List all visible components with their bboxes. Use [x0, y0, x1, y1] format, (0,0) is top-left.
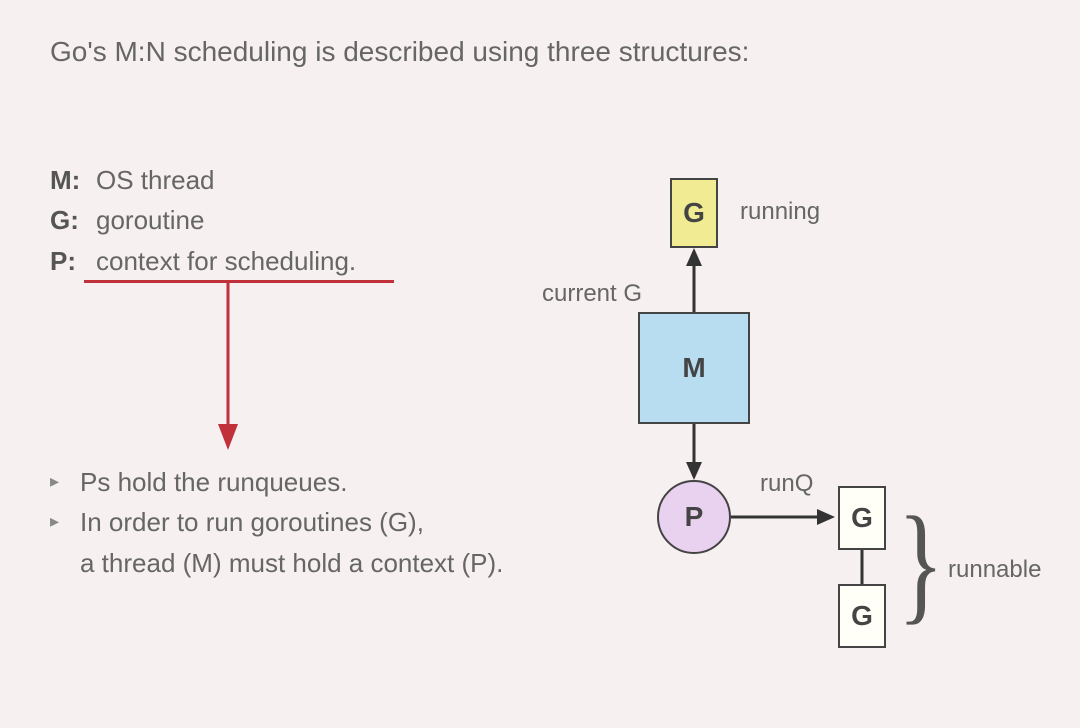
g-node-queue: G [838, 584, 886, 648]
m-node-label: M [682, 352, 705, 384]
label-runnable: runnable [948, 556, 1041, 584]
definition-key-m: M: [50, 160, 96, 200]
label-running: running [740, 198, 820, 226]
brace-icon: } [898, 487, 944, 639]
definition-row: P: context for scheduling. [50, 241, 356, 281]
triangle-bullet-icon: ▸ [50, 462, 80, 502]
bullet-text: Ps hold the runqueues. [80, 462, 347, 502]
definition-row: M: OS thread [50, 160, 356, 200]
arrow-p-to-queue-icon [731, 507, 841, 537]
bullet-text-continuation: a thread (M) must hold a context (P). [50, 543, 503, 583]
bullet-text: In order to run goroutines (G), [80, 502, 424, 542]
bullet-list: ▸ Ps hold the runqueues. ▸ In order to r… [50, 462, 503, 583]
definition-key-g: G: [50, 200, 96, 240]
definition-row: G: goroutine [50, 200, 356, 240]
title: Go's M:N scheduling is described using t… [50, 36, 749, 68]
label-current-g: current G [542, 280, 642, 308]
g-node-queue: G [838, 486, 886, 550]
definition-val-m: OS thread [96, 160, 215, 200]
g-node-running: G [670, 178, 718, 248]
p-node-label: P [685, 501, 704, 533]
definitions-list: M: OS thread G: goroutine P: context for… [50, 160, 356, 281]
label-runq: runQ [760, 470, 813, 498]
definition-val-g: goroutine [96, 200, 204, 240]
bullet-item: ▸ Ps hold the runqueues. [50, 462, 503, 502]
bullet-item: ▸ In order to run goroutines (G), [50, 502, 503, 542]
g-node-label: G [683, 197, 705, 229]
callout-arrow-icon [218, 282, 258, 452]
g-node-label: G [851, 600, 873, 632]
arrow-m-to-p-icon [684, 424, 714, 484]
arrow-m-to-g-icon [684, 248, 714, 318]
definition-key-p: P: [50, 241, 96, 281]
definition-val-p: context for scheduling. [96, 241, 356, 281]
p-node: P [657, 480, 731, 554]
triangle-bullet-icon: ▸ [50, 502, 80, 542]
g-node-label: G [851, 502, 873, 534]
m-node: M [638, 312, 750, 424]
